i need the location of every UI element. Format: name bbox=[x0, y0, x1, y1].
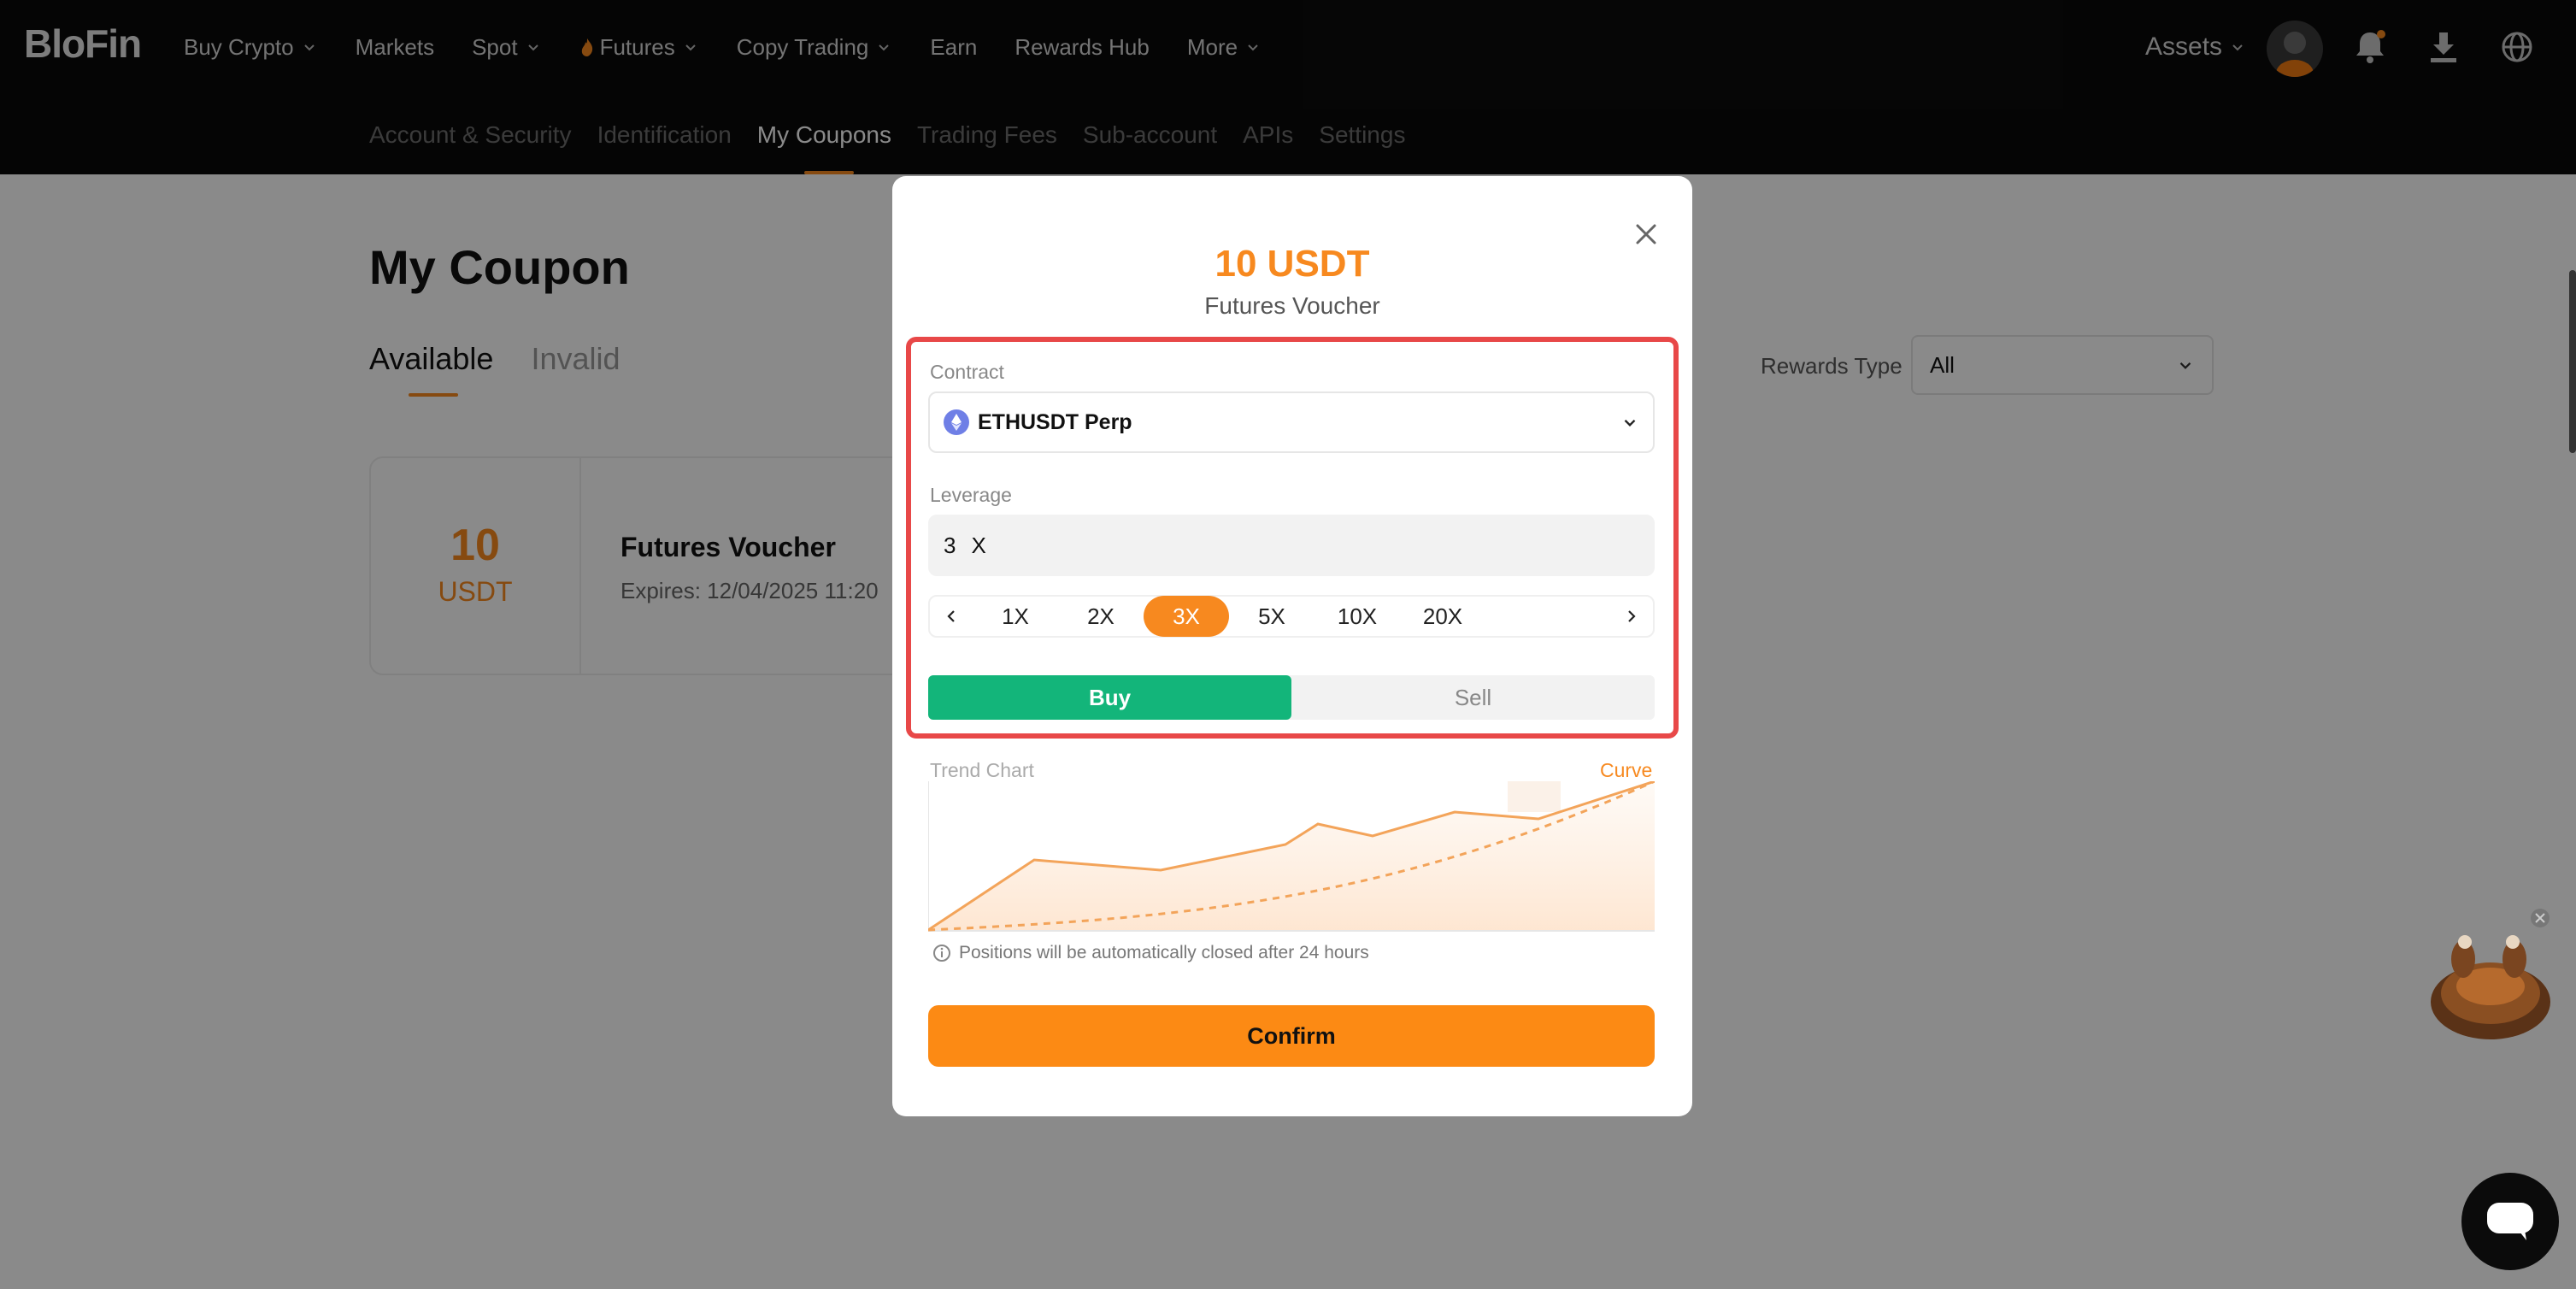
leverage-chip-5x[interactable]: 5X bbox=[1229, 596, 1314, 637]
leverage-chip-2x[interactable]: 2X bbox=[1058, 596, 1144, 637]
voucher-subtitle: Futures Voucher bbox=[1204, 292, 1380, 319]
curve-label[interactable]: Curve bbox=[1600, 757, 1652, 783]
leverage-label: Leverage bbox=[930, 484, 1012, 506]
confirm-button[interactable]: Confirm bbox=[928, 1005, 1655, 1067]
sell-button[interactable]: Sell bbox=[1291, 675, 1655, 720]
contract-value: ETHUSDT Perp bbox=[978, 409, 1132, 434]
voucher-amount: 10 USDT bbox=[1214, 243, 1370, 285]
chat-support-button[interactable] bbox=[2461, 1173, 2559, 1270]
leverage-scroll-left[interactable] bbox=[930, 597, 973, 636]
info-icon bbox=[933, 945, 950, 962]
chevron-right-icon bbox=[1628, 610, 1636, 622]
turkey-mascot-icon[interactable] bbox=[2412, 908, 2557, 1053]
ethereum-icon bbox=[944, 409, 969, 435]
auto-close-notice: Positions will be automatically closed a… bbox=[932, 940, 1369, 966]
trend-chart-label: Trend Chart bbox=[930, 759, 1034, 781]
leverage-value: 3 bbox=[944, 532, 956, 558]
trend-chart bbox=[928, 781, 1655, 932]
page-scrollbar[interactable] bbox=[2569, 270, 2576, 453]
chevron-left-icon bbox=[947, 610, 955, 622]
auto-close-notice-text: Positions will be automatically closed a… bbox=[959, 943, 1369, 962]
chevron-down-icon bbox=[1624, 419, 1636, 427]
futures-voucher-modal: 10 USDT Futures Voucher Contract ETHUSDT… bbox=[892, 176, 1692, 1116]
buy-button[interactable]: Buy bbox=[928, 675, 1291, 720]
contract-select[interactable]: ETHUSDT Perp bbox=[928, 391, 1655, 453]
chart-legend-swatch bbox=[1508, 781, 1561, 812]
leverage-unit: X bbox=[971, 532, 986, 558]
chat-bubble-icon bbox=[2487, 1203, 2533, 1240]
leverage-chip-1x[interactable]: 1X bbox=[973, 596, 1058, 637]
leverage-presets: 1X 2X 3X 5X 10X 20X bbox=[928, 595, 1655, 638]
trade-side-toggle: Buy Sell bbox=[928, 675, 1655, 720]
leverage-chip-10x[interactable]: 10X bbox=[1314, 596, 1400, 637]
contract-label: Contract bbox=[930, 361, 1004, 383]
leverage-input[interactable]: 3 X bbox=[928, 515, 1655, 576]
leverage-chip-20x[interactable]: 20X bbox=[1400, 596, 1485, 637]
leverage-chip-3x[interactable]: 3X bbox=[1144, 596, 1229, 637]
leverage-scroll-right[interactable] bbox=[1610, 597, 1653, 636]
